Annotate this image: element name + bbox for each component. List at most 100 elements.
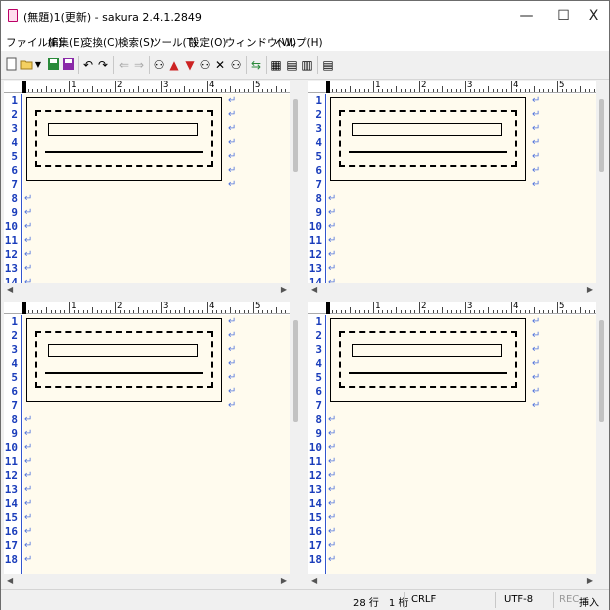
menu-convert[interactable]: 変換(C) <box>82 35 119 50</box>
scrollbar-thumb[interactable] <box>293 320 298 422</box>
print-preview-icon[interactable]: ▦ <box>269 57 283 73</box>
ruler-tick <box>350 86 351 92</box>
minimize-button[interactable]: — <box>510 1 543 31</box>
insert-mode[interactable]: 挿入 <box>579 594 599 609</box>
save-icon[interactable] <box>46 57 60 73</box>
ruler-tick <box>488 86 489 92</box>
ruler-tick <box>188 89 190 92</box>
line-number: 6 <box>11 164 18 177</box>
toolbar-separator <box>149 56 150 74</box>
editor-pane-bottom-right[interactable]: 1 2 3 4 5 1 2 3 4 5 6 7 8 9 10 11 12 13 14 15 16 17 18 ↵ ↵ ↵ ↵ ↵ ↵ ↵ ↵… <box>308 302 608 586</box>
editor-pane-bottom-left[interactable]: 1 2 3 4 5 1 2 3 4 5 6 7 8 9 10 11 12 13 14 15 16 17 18 ↵ ↵ ↵ ↵ ↵ ↵ ↵ ↵… <box>4 302 302 586</box>
scroll-right-arrow-icon[interactable]: ▶ <box>587 576 593 585</box>
line-number: 4 <box>315 136 322 149</box>
print-icon[interactable]: ▤ <box>285 57 299 73</box>
ruler-tick <box>202 89 204 92</box>
scroll-left-arrow-icon[interactable]: ◀ <box>311 285 317 294</box>
ruler: 1 2 3 4 5 <box>308 302 596 314</box>
clear-mark-icon[interactable]: ✕ <box>213 57 227 73</box>
ruler-tick <box>82 310 84 313</box>
settings-icon[interactable]: ▥ <box>300 57 314 73</box>
line-number: 1 <box>11 94 18 107</box>
find-icon[interactable]: ⚇ <box>152 57 166 73</box>
ruler-tick <box>179 310 181 313</box>
vertical-scrollbar[interactable] <box>290 302 302 586</box>
list-icon[interactable]: ▤ <box>321 57 335 73</box>
horizontal-scrollbar[interactable]: ◀ ▶ <box>4 574 290 586</box>
replace-icon[interactable]: ⚇ <box>198 57 212 73</box>
grep-icon[interactable]: ⚇ <box>229 57 243 73</box>
text-area[interactable]: ↵ ↵ ↵ ↵ ↵ ↵ ↵ ↵ ↵ ↵ ↵ ↵ ↵ ↵ ↵ ↵ ↵ ↵ <box>23 315 290 574</box>
horizontal-scrollbar[interactable]: ◀ ▶ <box>308 283 596 295</box>
editor-pane-top-left[interactable]: 123451234567891011121314↵↵↵↵↵↵↵↵↵↵↵↵↵↵◀▶ <box>4 81 302 295</box>
compare-icon[interactable]: ⇆ <box>249 57 263 73</box>
menu-edit[interactable]: 編集(E) <box>48 35 84 50</box>
menu-help[interactable]: ヘルプ(H) <box>275 35 323 50</box>
ruler-tick <box>511 302 512 313</box>
text-area[interactable]: ↵↵↵↵↵↵↵↵↵↵↵↵↵↵ <box>327 94 596 288</box>
inner-box <box>48 344 198 357</box>
menu-settings[interactable]: 設定(O) <box>189 35 226 50</box>
editor-pane-top-right[interactable]: 123451234567891011121314↵↵↵↵↵↵↵↵↵↵↵↵↵↵◀▶ <box>308 81 608 295</box>
undo-icon[interactable]: ↶ <box>81 57 95 73</box>
line-number: 5 <box>11 150 18 163</box>
ruler-tick <box>133 89 135 92</box>
ruler-label: 1 <box>375 302 381 311</box>
ruler-tick <box>101 89 103 92</box>
title-bar: (無題)1(更新) - sakura 2.4.1.2849 — ☐ X <box>1 1 609 31</box>
jump-back-icon[interactable]: ⇐ <box>117 57 131 73</box>
line-number-gutter: 1 2 3 4 5 6 7 8 9 10 11 12 13 14 15 16 17 18 <box>308 315 326 574</box>
scrollbar-thumb[interactable] <box>599 99 604 172</box>
ruler-tick <box>156 89 158 92</box>
ruler-tick <box>96 310 98 313</box>
line-number: 13 <box>308 262 322 275</box>
ruler-tick <box>69 302 70 313</box>
text-area[interactable]: ↵↵↵↵↵↵↵↵↵↵↵↵↵↵ <box>23 94 290 288</box>
find-next-icon[interactable]: ▼ <box>183 57 197 73</box>
scroll-right-arrow-icon[interactable]: ▶ <box>281 576 287 585</box>
ruler-tick <box>336 89 338 92</box>
ruler-tick <box>133 310 135 313</box>
new-file-icon[interactable] <box>5 57 17 73</box>
scroll-right-arrow-icon[interactable]: ▶ <box>281 285 287 294</box>
ruler-tick <box>446 310 448 313</box>
newline-mark: ↵ <box>532 344 541 355</box>
scroll-right-arrow-icon[interactable]: ▶ <box>587 285 593 294</box>
line-number: 17 <box>4 539 18 552</box>
close-button[interactable]: X <box>577 1 610 31</box>
scroll-left-arrow-icon[interactable]: ◀ <box>7 285 13 294</box>
vertical-scrollbar[interactable] <box>596 302 608 586</box>
scrollbar-thumb[interactable] <box>599 320 604 422</box>
redo-icon[interactable]: ↷ <box>96 57 110 73</box>
line-ending[interactable]: CRLF <box>411 594 436 605</box>
newline-mark: ↵ <box>532 165 541 176</box>
open-folder-icon[interactable] <box>20 57 34 73</box>
newline-mark: ↵ <box>24 414 33 425</box>
text-area[interactable]: ↵ ↵ ↵ ↵ ↵ ↵ ↵ ↵ ↵ ↵ ↵ ↵ ↵ ↵ ↵ ↵ ↵ ↵ <box>327 315 596 574</box>
newline-mark: ↵ <box>24 554 33 565</box>
menu-search[interactable]: 検索(S) <box>118 35 154 50</box>
dropdown-arrow-icon[interactable]: ▼ <box>34 57 42 73</box>
jump-forward-icon[interactable]: ⇒ <box>132 57 146 73</box>
vertical-scrollbar[interactable] <box>290 81 302 295</box>
line-number: 14 <box>4 497 18 510</box>
maximize-button[interactable]: ☐ <box>547 1 580 31</box>
line-number: 15 <box>308 511 322 524</box>
ruler-tick <box>243 310 245 313</box>
ruler-tick <box>529 310 531 313</box>
find-prev-icon[interactable]: ▲ <box>167 57 181 73</box>
encoding[interactable]: UTF-8 <box>504 594 533 605</box>
ruler-tick <box>331 89 333 92</box>
scroll-left-arrow-icon[interactable]: ◀ <box>7 576 13 585</box>
ruler-tick <box>474 89 476 92</box>
scroll-left-arrow-icon[interactable]: ◀ <box>311 576 317 585</box>
newline-mark: ↵ <box>532 137 541 148</box>
vertical-scrollbar[interactable] <box>596 81 608 295</box>
ruler-tick <box>248 89 250 92</box>
horizontal-scrollbar[interactable]: ◀ ▶ <box>4 283 290 295</box>
line-number: 13 <box>308 483 322 496</box>
scrollbar-thumb[interactable] <box>293 99 298 172</box>
save-all-icon[interactable] <box>61 57 75 73</box>
newline-mark: ↵ <box>228 95 237 106</box>
horizontal-scrollbar[interactable]: ◀ ▶ <box>308 574 596 586</box>
